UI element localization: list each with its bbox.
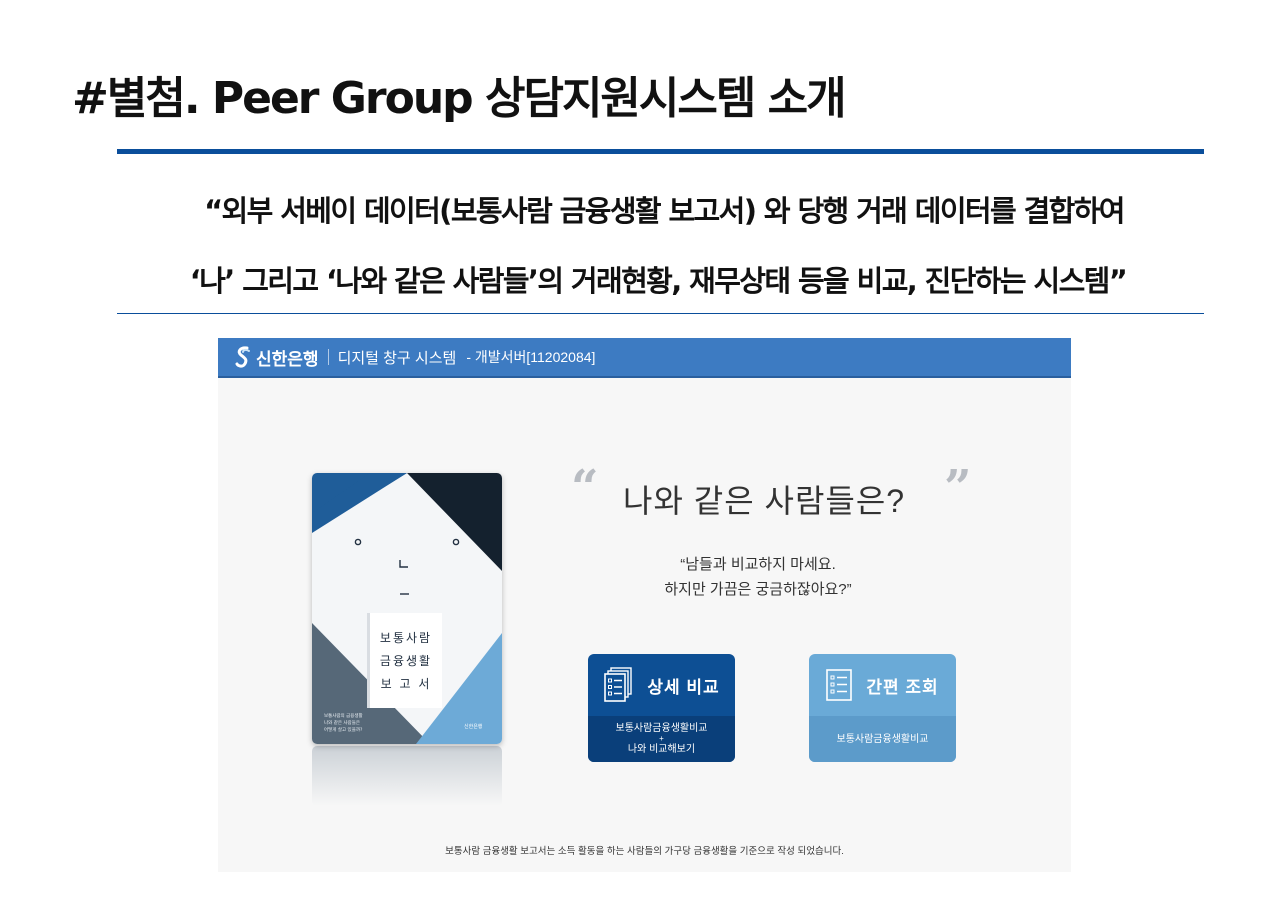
description-line-2: ‘나’ 그리고 ‘나와 같은 사람들’의 거래현황, 재무상태 등을 비교, 진… — [189, 264, 1128, 298]
detail-compare-label: 상세 비교 — [647, 677, 720, 697]
simple-lookup-button-top: 간편 조회 — [809, 654, 956, 716]
header-separator — [327, 349, 329, 365]
bank-name: 신한은행 — [256, 349, 319, 369]
simple-lookup-button[interactable]: 간편 조회 보통사람금융생활비교 — [809, 654, 956, 762]
detail-compare-sub-line-2: 나와 비교해보기 — [627, 744, 696, 755]
book-title-line-3: 보 고 서 — [380, 677, 432, 691]
detail-compare-button-sub: 보통사람금융생활비교 + 나와 비교해보기 — [588, 716, 735, 762]
report-book-cover: 보통사람 금융생활 보 고 서 보통사람의 금융생활 나와 같은 사람들은 어떻… — [312, 473, 502, 744]
system-name: 디지털 창구 시스템 — [337, 349, 457, 367]
shinhan-logo-icon — [235, 346, 250, 368]
app-screenshot: 신한은행 디지털 창구 시스템 - 개발서버[11202084] 보통사람 금융… — [218, 338, 1071, 872]
document-list-icon — [826, 669, 853, 701]
simple-lookup-button-sub: 보통사람금융생활비교 — [809, 716, 956, 762]
main-question: 나와 같은 사람들은? — [623, 483, 906, 519]
detail-compare-sub-plus: + — [659, 734, 664, 743]
detail-compare-button-top: 상세 비교 — [588, 654, 735, 716]
slide-title: #별첨. Peer Group 상담지원시스템 소개 — [72, 73, 847, 124]
sub-text-line-2: 하지만 가끔은 궁금하잖아요?” — [664, 581, 852, 598]
footnote: 보통사람 금융생활 보고서는 소득 활동을 하는 사람들의 가구당 금융생활을 … — [445, 846, 844, 857]
book-title-line-1: 보통사람 — [379, 631, 433, 645]
sub-text-line-1: “남들과 비교하지 마세요. — [680, 556, 836, 573]
simple-lookup-sub-line-1: 보통사람금융생활비교 — [836, 733, 929, 745]
sub-text: “남들과 비교하지 마세요. 하지만 가끔은 궁금하잖아요?” — [613, 552, 903, 602]
book-publisher: 신한은행 — [464, 724, 483, 730]
simple-lookup-label: 간편 조회 — [866, 677, 939, 697]
server-name: - 개발서버[11202084] — [466, 349, 596, 365]
book-reflection — [312, 746, 502, 806]
app-header: 신한은행 디지털 창구 시스템 - 개발서버[11202084] — [218, 338, 1071, 378]
close-quote-icon: ” — [944, 460, 972, 516]
open-quote-icon: “ — [571, 460, 599, 516]
book-small-text-line-2: 나와 같은 사람들은 — [324, 721, 360, 726]
book-small-text: 보통사람의 금융생활 나와 같은 사람들은 어떻게 살고 있을까? — [324, 713, 363, 734]
book-small-text-line-1: 보통사람의 금융생활 — [324, 714, 363, 719]
detail-compare-button[interactable]: 상세 비교 보통사람금융생활비교 + 나와 비교해보기 — [588, 654, 735, 762]
book-title-line-2: 금융생활 — [379, 654, 433, 668]
book-small-text-line-3: 어떻게 살고 있을까? — [324, 728, 363, 733]
description-divider — [117, 313, 1204, 314]
book-title-box: 보통사람 금융생활 보 고 서 — [367, 613, 442, 708]
title-divider — [117, 149, 1204, 154]
stacked-documents-list-icon — [604, 667, 633, 702]
description-line-1: “외부 서베이 데이터(보통사람 금융생활 보고서) 와 당행 거래 데이터를 … — [204, 194, 1125, 228]
report-book: 보통사람 금융생활 보 고 서 보통사람의 금융생활 나와 같은 사람들은 어떻… — [312, 473, 502, 806]
